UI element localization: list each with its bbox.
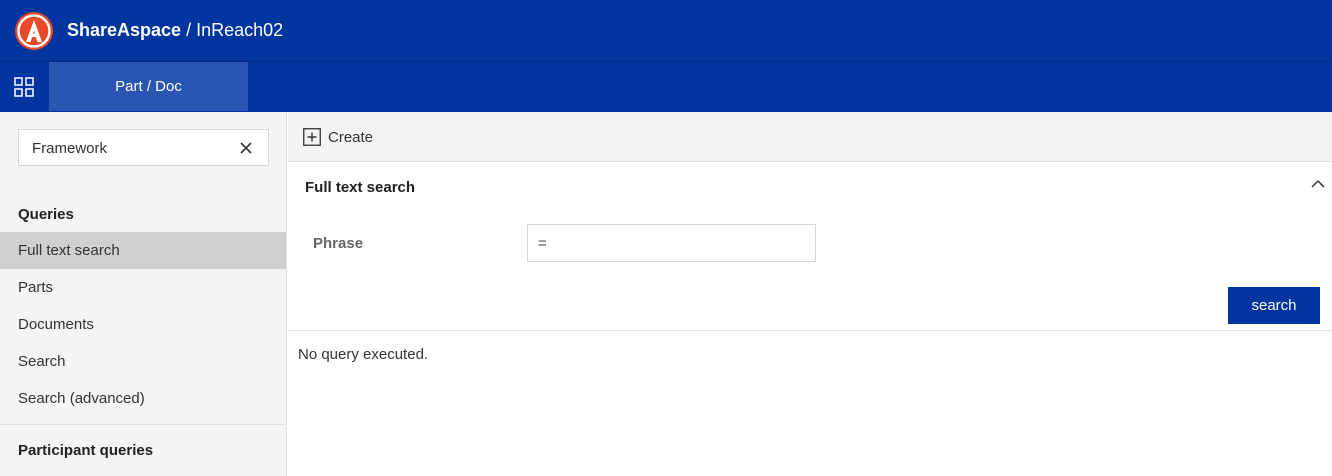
panel-title: Full text search [305,179,416,196]
query-status: No query executed. [298,346,429,363]
phrase-input[interactable]: = [527,224,816,262]
tab-part-doc[interactable]: Part / Doc [49,62,248,111]
search-button[interactable]: search [1228,287,1320,324]
sidebar-item-label: Documents [18,316,94,333]
create-button[interactable]: Create [303,128,373,146]
apps-grid-button[interactable] [0,62,48,112]
shareaspace-logo-icon[interactable] [14,11,54,51]
brand-name: ShareAspace [67,20,182,40]
phrase-label: Phrase [313,235,364,252]
grid-icon [14,77,34,97]
sidebar-item-label: Parts [18,279,54,296]
toolbar: Create [288,112,1332,162]
top-bar: ShareAspace / InReach02 [0,0,1332,62]
sidebar-divider [0,424,286,425]
sidebar-item-label: Search [18,353,66,370]
filter-value: Framework [32,140,108,157]
sidebar-item-search[interactable]: Search [0,343,286,380]
close-icon[interactable] [238,140,254,156]
title-separator: / [181,20,197,40]
sidebar-item-search-advanced[interactable]: Search (advanced) [0,380,286,417]
framework-filter-field[interactable]: Framework [18,129,269,166]
results-divider [288,330,1332,331]
section-title-queries: Queries [18,206,74,223]
sidebar-item-label: Search (advanced) [18,390,145,407]
plus-box-icon [303,128,321,146]
instance-name: InReach02 [196,20,284,40]
chevron-up-icon[interactable] [1310,176,1326,192]
sidebar-item-parts[interactable]: Parts [0,269,286,306]
sidebar-item-documents[interactable]: Documents [0,306,286,343]
create-label: Create [328,128,374,146]
sidebar: Framework Queries Full text search Parts… [0,112,287,476]
section-title-participant-queries[interactable]: Participant queries [18,442,153,459]
sidebar-item-label: Full text search [18,242,120,259]
sidebar-item-full-text-search[interactable]: Full text search [0,232,286,269]
nav-bar: Part / Doc [0,62,1332,112]
app-title: ShareAspace / InReach02 [67,20,283,41]
